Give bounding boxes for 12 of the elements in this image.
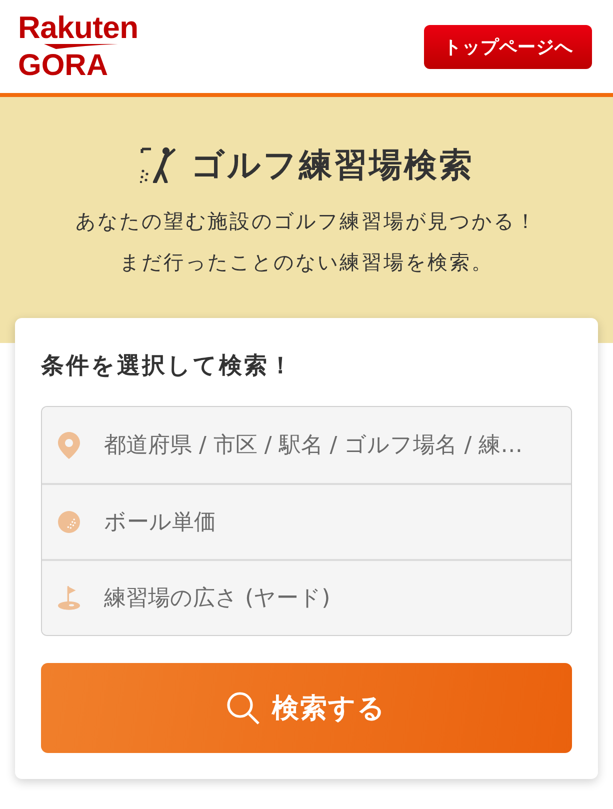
- map-pin-icon: [58, 432, 80, 458]
- intro-text: あなたの望む施設のゴルフ練習場が見つかる！ まだ行ったことのない練習場を検索。: [76, 208, 538, 276]
- search-icon: [227, 692, 260, 724]
- search-button[interactable]: 検索する: [41, 663, 572, 753]
- top-page-button[interactable]: トップページへ: [424, 24, 592, 68]
- golfer-icon: [139, 147, 177, 183]
- page-title: ゴルフ練習場検索: [191, 145, 474, 185]
- golf-ball-icon: [58, 509, 80, 535]
- product-logo-text: GORA: [18, 52, 108, 80]
- search-heading: 条件を選択して検索！: [41, 352, 295, 381]
- brand-logo-text: Rakuten: [18, 13, 138, 43]
- flag-hole-icon: [58, 584, 80, 612]
